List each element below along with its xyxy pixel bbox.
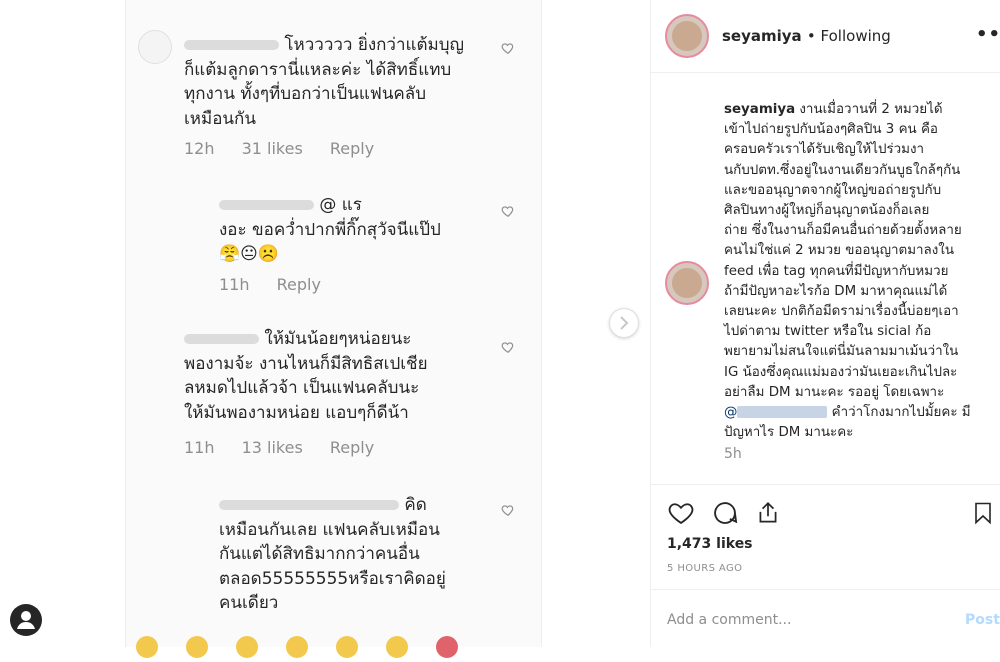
emoji-icon[interactable] [436,636,458,658]
chevron-right-icon [620,316,629,330]
reply-button[interactable]: Reply [330,139,374,158]
emoji-icon[interactable] [136,636,158,658]
comment-text: @ แร งอะ ขอคว่ำปากพี่กิ๊กสุวัจนีแป๊ป 😤😐☹… [219,195,441,264]
like-heart-icon[interactable] [501,503,515,517]
reply-button[interactable]: Reply [330,438,374,457]
comment-meta: 12h 31 likes Reply [184,139,396,158]
likes-count[interactable]: 1,473 likes [667,536,753,552]
next-arrow-button[interactable] [609,308,639,338]
redacted-username [184,40,279,50]
redacted-username [184,334,259,344]
comment-text: ให้มันน้อยๆหน่อยนะ พองามจ้ะ งานไหนก็มีสิ… [184,329,428,423]
username-link[interactable]: seyamiya [722,27,802,45]
header-username: seyamiya • Following [722,27,891,45]
comment-likes[interactable]: 31 likes [242,139,303,158]
emoji-icon[interactable] [236,636,258,658]
like-heart-icon[interactable] [667,499,695,527]
bookmark-icon[interactable] [971,499,995,527]
following-button[interactable]: • Following [807,27,891,45]
emoji-bar [136,636,536,658]
user-avatar[interactable] [665,14,709,58]
redacted-username [219,500,399,510]
profile-avatar-icon[interactable] [10,604,42,636]
add-comment-bar: Add a comment... Post [651,589,1000,650]
caption-avatar[interactable] [665,261,709,305]
post-header: seyamiya • Following ••• [651,0,1000,73]
emoji-icon[interactable] [386,636,408,658]
like-heart-icon[interactable] [501,41,515,55]
emoji-icon[interactable] [336,636,358,658]
like-heart-icon[interactable] [501,204,515,218]
comment-text: คิด เหมือนกันเลย แฟนคลับเหมือน กันแต่ได้… [219,495,446,613]
more-options-icon[interactable]: ••• [976,24,1000,45]
comment-time: 11h [219,275,250,294]
caption-username[interactable]: seyamiya [724,102,795,117]
comment-time: 11h [184,438,215,457]
post-caption: seyamiya งานเมื่อวานที่ 2 หมวยได้ เข้าไป… [724,102,971,441]
caption-time: 5h [724,446,742,462]
post-actions: 1,473 likes 5 HOURS AGO Add a comment...… [651,484,1000,650]
comment-input[interactable]: Add a comment... [667,612,791,628]
reply-button[interactable]: Reply [277,275,321,294]
comment-likes[interactable]: 13 likes [242,438,303,457]
comment-text: โหววววว ยิ่งกว่าแต้มบุญ ก็แต้มลูกดารานี่… [184,35,465,129]
redacted-username [219,200,314,210]
comment-meta: 11h 13 likes Reply [184,438,396,457]
redacted-mention[interactable] [737,406,828,419]
comment-bubble-icon[interactable] [711,499,739,527]
comment-time: 12h [184,139,215,158]
emoji-group: 😤😐☹️ [219,244,280,264]
post-panel: seyamiya • Following ••• seyamiya งานเมื… [650,0,1000,647]
emoji-icon[interactable] [186,636,208,658]
comments-screenshot: โหววววว ยิ่งกว่าแต้มบุญ ก็แต้มลูกดารานี่… [125,0,542,658]
post-button[interactable]: Post [965,612,1000,628]
like-heart-icon[interactable] [501,340,515,354]
avatar [138,30,172,64]
post-timestamp: 5 HOURS AGO [667,563,743,574]
emoji-icon[interactable] [286,636,308,658]
share-icon[interactable] [755,499,781,527]
comment-meta: 11h Reply [219,275,343,294]
